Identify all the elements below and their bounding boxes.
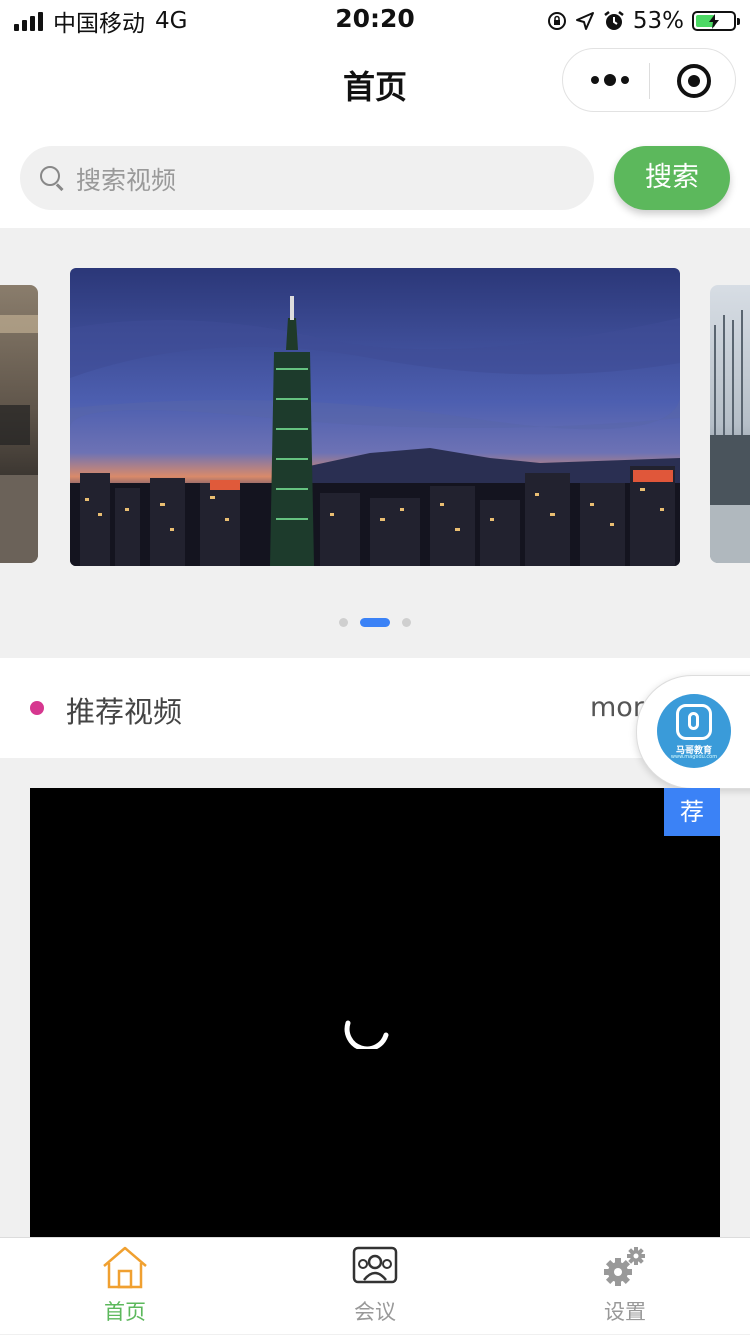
tab-bar: 首页 会议 设置 xyxy=(0,1237,750,1334)
banner-slide-current[interactable] xyxy=(70,268,680,566)
video-player[interactable]: 荐 xyxy=(30,788,720,1238)
search-button[interactable]: 搜索 xyxy=(614,146,730,210)
tab-settings[interactable]: 设置 xyxy=(500,1238,750,1335)
banner-carousel[interactable] xyxy=(0,228,750,658)
section-title: 推荐视频 xyxy=(66,695,183,729)
search-placeholder: 搜索视频 xyxy=(76,166,177,195)
status-bar: 中国移动 4G 20:20 53% xyxy=(0,0,750,42)
section-bullet xyxy=(30,701,44,715)
loading-spinner-icon xyxy=(344,1020,389,1049)
nav-bar: 首页 xyxy=(0,42,750,128)
tab-home-label: 首页 xyxy=(104,1300,146,1324)
search-bar: 搜索视频 搜索 xyxy=(0,128,750,228)
orientation-lock-icon xyxy=(547,12,566,30)
indicator-dot[interactable] xyxy=(339,618,348,627)
search-input[interactable]: 搜索视频 xyxy=(20,146,594,210)
tab-home[interactable]: 首页 xyxy=(0,1238,250,1335)
more-dots-icon[interactable] xyxy=(585,67,635,93)
tab-meeting[interactable]: 会议 xyxy=(250,1238,500,1335)
location-arrow-icon xyxy=(575,12,594,30)
status-right: 53% xyxy=(547,6,740,36)
home-icon xyxy=(103,1246,147,1289)
battery-icon xyxy=(692,11,740,31)
carousel-indicators xyxy=(0,618,750,627)
banner-slide-prev[interactable] xyxy=(0,285,38,563)
brand-logo: 马哥教育 www.magedu.com xyxy=(657,694,731,768)
alarm-clock-icon xyxy=(604,11,624,30)
indicator-dot[interactable] xyxy=(402,618,411,627)
city-skyline-image xyxy=(70,268,680,566)
brand-url: www.magedu.com xyxy=(670,754,718,760)
target-circle-icon[interactable] xyxy=(677,64,711,98)
gear-icon xyxy=(604,1247,645,1286)
tab-settings-label: 设置 xyxy=(604,1300,646,1324)
brand-mark-icon xyxy=(676,704,712,740)
indicator-dot-active[interactable] xyxy=(360,618,390,627)
search-icon xyxy=(40,166,60,186)
more-link[interactable]: mor xyxy=(590,692,644,723)
banner-slide-next[interactable] xyxy=(710,285,750,563)
mini-program-capsule xyxy=(562,48,736,112)
capsule-divider xyxy=(649,63,650,99)
floating-logo-button[interactable]: 马哥教育 www.magedu.com xyxy=(636,675,750,789)
battery-percent: 53% xyxy=(632,8,684,34)
meeting-people-icon xyxy=(352,1246,398,1284)
recommend-badge: 荐 xyxy=(664,788,720,836)
tab-meeting-label: 会议 xyxy=(354,1300,396,1324)
